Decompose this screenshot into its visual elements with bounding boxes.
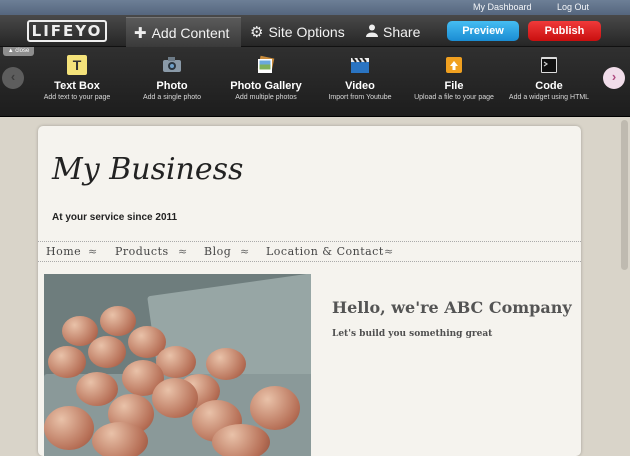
site-page: My Business At your service since 2011 H… [38, 126, 581, 456]
tool-description: Add text to your page [43, 94, 111, 101]
account-strip: My Dashboard Log Out [0, 0, 630, 15]
hero-subheading[interactable]: Let's build you something great [332, 329, 492, 339]
text-box-icon: T [67, 55, 87, 75]
scroll-right-button[interactable]: › [603, 67, 625, 89]
close-toolbar-tab[interactable]: ▲ close [3, 47, 34, 56]
lifeyo-logo[interactable]: LIFEYO [27, 20, 107, 42]
my-dashboard-link[interactable]: My Dashboard [473, 2, 532, 12]
tab-site-options[interactable]: ⚙ Site Options [242, 17, 358, 47]
tool-label: Video [345, 80, 375, 92]
terminal-icon [539, 55, 559, 75]
chevron-right-icon: › [611, 69, 617, 84]
tab-label: Site Options [268, 24, 345, 40]
tool-description: Add multiple photos [235, 94, 297, 101]
nav-item-blog[interactable]: Blog [204, 245, 231, 258]
tool-description: Add a widget using HTML [508, 94, 590, 101]
tool-photo-gallery[interactable]: Photo Gallery Add multiple photos [225, 55, 307, 101]
gear-icon: ⚙ [250, 24, 264, 41]
plus-icon: ✚ [134, 24, 147, 42]
clapperboard-icon [350, 55, 370, 75]
tool-label: Photo [156, 80, 188, 92]
nav-separator: ≈ [88, 245, 98, 258]
page-scrollbar[interactable] [621, 120, 628, 270]
tool-label: Text Box [54, 80, 100, 92]
eggs-photo[interactable] [44, 274, 311, 456]
tool-label: Photo Gallery [230, 80, 302, 92]
tool-code[interactable]: Code Add a widget using HTML [506, 55, 592, 101]
nav-separator: ≈ [384, 245, 394, 258]
tool-description: Upload a file to your page [414, 94, 494, 101]
nav-separator: ≈ [240, 245, 250, 258]
preview-button[interactable]: Preview [447, 21, 519, 41]
nav-item-products[interactable]: Products [115, 245, 169, 258]
tool-description: Add a single photo [143, 94, 201, 101]
site-navigation: Home ≈ Products ≈ Blog ≈ Location & Cont… [38, 241, 581, 262]
tool-label: File [444, 80, 464, 92]
tab-share[interactable]: Share [358, 17, 434, 47]
tool-photo[interactable]: Photo Add a single photo [137, 55, 207, 101]
tool-text-box[interactable]: T Text Box Add text to your page [42, 55, 112, 101]
tool-video[interactable]: Video Import from Youtube [325, 55, 395, 101]
main-toolbar: LIFEYO ✚ Add Content ⚙ Site Options Shar… [0, 15, 630, 47]
chevron-left-icon: ‹ [10, 69, 16, 84]
close-label: close [15, 48, 30, 54]
tool-file[interactable]: File Upload a file to your page [411, 55, 497, 101]
site-title[interactable]: My Business [52, 152, 243, 187]
gallery-icon [256, 55, 276, 75]
nav-item-home[interactable]: Home [46, 245, 81, 258]
tool-label: Code [535, 80, 563, 92]
log-out-link[interactable]: Log Out [557, 2, 589, 12]
tab-label: Add Content [151, 24, 230, 41]
hero-heading[interactable]: Hello, we're ABC Company [332, 298, 572, 317]
scroll-left-button[interactable]: ‹ [2, 67, 24, 89]
content-toolbar: ‹ T Text Box Add text to your page Photo… [0, 47, 630, 117]
tab-add-content[interactable]: ✚ Add Content [126, 17, 241, 47]
nav-separator: ≈ [178, 245, 188, 258]
nav-item-location-contact[interactable]: Location & Contact [266, 245, 384, 258]
tool-description: Import from Youtube [328, 94, 392, 101]
publish-button[interactable]: Publish [528, 21, 601, 41]
file-icon [444, 55, 464, 75]
camera-icon [162, 55, 182, 75]
person-icon [366, 24, 378, 41]
tab-label: Share [383, 24, 421, 40]
site-tagline[interactable]: At your service since 2011 [52, 212, 177, 223]
